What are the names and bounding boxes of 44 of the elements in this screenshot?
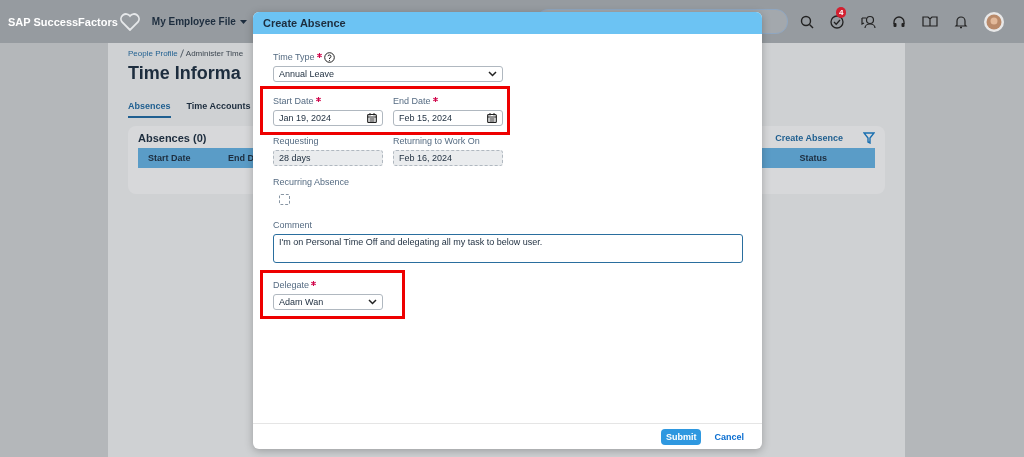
comment-field[interactable]: I'm on Personal Time Off and delegating all my task to below user. xyxy=(273,234,743,263)
breadcrumb-link[interactable]: People Profile xyxy=(128,49,178,58)
date-field[interactable]: Feb 15, 2024 xyxy=(393,110,503,126)
book-icon[interactable] xyxy=(922,14,938,29)
field-label: Delegate xyxy=(273,280,310,290)
field-label: Comment xyxy=(273,220,312,230)
cancel-button[interactable]: Cancel xyxy=(709,428,749,445)
create-absence-link[interactable]: Create Absence xyxy=(775,133,843,143)
people-icon[interactable] xyxy=(860,14,876,29)
field-label: Time Type xyxy=(273,52,315,62)
chevron-down-icon xyxy=(368,299,377,305)
calendar-icon[interactable] xyxy=(367,113,377,123)
column-header: Status xyxy=(799,153,827,163)
help-icon[interactable] xyxy=(323,51,335,63)
caret-icon xyxy=(239,19,247,24)
check-circle-icon[interactable] xyxy=(830,14,844,29)
calendar-icon[interactable] xyxy=(487,113,497,123)
column-header: Start Date xyxy=(148,153,192,163)
read-only-field: 28 days xyxy=(273,150,383,166)
field-label: Returning to Work On xyxy=(393,136,480,146)
chevron-down-icon xyxy=(488,71,497,77)
page-title: Time Informa xyxy=(128,63,241,84)
checkbox[interactable] xyxy=(279,194,290,205)
field-label: Recurring Absence xyxy=(273,177,350,187)
dialog-title: Create Absence xyxy=(263,17,346,29)
read-only-field: Feb 16, 2024 xyxy=(393,150,503,166)
field-label: End Date xyxy=(393,96,431,106)
tab[interactable]: Absences xyxy=(128,98,171,118)
date-field[interactable]: Jan 19, 2024 xyxy=(273,110,383,126)
tab[interactable]: Time Accounts xyxy=(186,98,251,118)
heart-icon xyxy=(119,12,140,31)
bell-icon[interactable] xyxy=(954,14,968,29)
search-icon[interactable] xyxy=(800,14,814,29)
separator-icon xyxy=(179,49,184,58)
field-label: Requesting xyxy=(273,136,319,146)
field-label: Start Date xyxy=(273,96,314,106)
menu-dropdown[interactable]: My Employee File xyxy=(151,16,247,27)
time-type-dropdown[interactable]: Annual Leave xyxy=(273,66,503,82)
card-title: Absences (0) xyxy=(138,132,207,144)
delegate-dropdown[interactable]: Adam Wan xyxy=(273,294,383,310)
filter-icon[interactable] xyxy=(863,132,875,144)
headset-icon[interactable] xyxy=(892,14,906,29)
notification-badge: 4 xyxy=(836,6,847,18)
breadcrumb-link[interactable]: Administer Time xyxy=(185,49,244,58)
